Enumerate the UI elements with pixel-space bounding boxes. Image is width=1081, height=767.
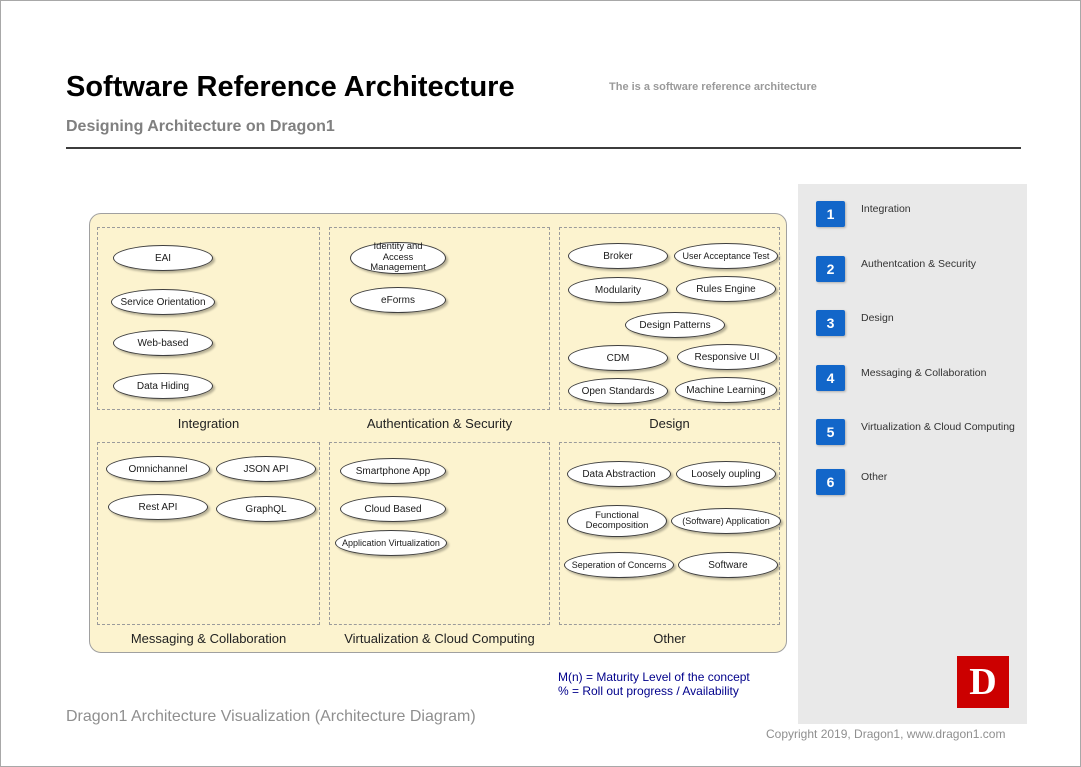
legend-item-other[interactable]: 6 Other: [816, 469, 1016, 497]
group-label: Virtualization & Cloud Computing: [329, 631, 550, 646]
group-box: Omnichannel JSON API Rest API GraphQL: [97, 442, 320, 625]
group-label: Integration: [97, 416, 320, 431]
concept-oval[interactable]: Responsive UI: [677, 344, 777, 370]
diagram-caption: Dragon1 Architecture Visualization (Arch…: [66, 708, 476, 726]
legend-item-messaging[interactable]: 4 Messaging & Collaboration: [816, 365, 1016, 393]
note-rollout: % = Roll out progress / Availability: [558, 684, 750, 698]
legend-panel: 1 Integration 2 Authentcation & Security…: [798, 184, 1027, 724]
page-subtitle: Designing Architecture on Dragon1: [66, 118, 335, 136]
concept-oval[interactable]: JSON API: [216, 456, 316, 482]
legend-number: 1: [816, 201, 845, 227]
concept-oval[interactable]: Rules Engine: [676, 276, 776, 302]
group-label: Other: [559, 631, 780, 646]
group-label: Messaging & Collaboration: [97, 631, 320, 646]
legend-number: 6: [816, 469, 845, 495]
group-design: Broker User Acceptance Test Modularity R…: [559, 227, 780, 431]
page-title: Software Reference Architecture: [66, 71, 515, 104]
legend-label: Integration: [861, 203, 911, 215]
concept-oval[interactable]: Omnichannel: [106, 456, 210, 482]
concept-oval[interactable]: User Acceptance Test: [674, 243, 778, 269]
group-authentication-security: Identity and Access Management eForms Au…: [329, 227, 550, 431]
legend-label: Design: [861, 312, 894, 324]
concept-oval[interactable]: Loosely oupling: [676, 461, 776, 487]
group-other: Data Abstraction Loosely oupling Functio…: [559, 442, 780, 646]
concept-oval[interactable]: EAI: [113, 245, 213, 271]
legend-item-integration[interactable]: 1 Integration: [816, 201, 1016, 229]
diagram-canvas: EAI Service Orientation Web-based Data H…: [89, 213, 787, 653]
concept-oval[interactable]: GraphQL: [216, 496, 316, 522]
group-integration: EAI Service Orientation Web-based Data H…: [97, 227, 320, 431]
legend-number: 3: [816, 310, 845, 336]
concept-oval[interactable]: Open Standards: [568, 378, 668, 404]
concept-oval[interactable]: Machine Learning: [675, 377, 777, 403]
header-divider: [66, 147, 1021, 149]
concept-oval[interactable]: Smartphone App: [340, 458, 446, 484]
dragon1-logo-letter: D: [969, 663, 996, 701]
group-virtualization-cloud: Smartphone App Cloud Based Application V…: [329, 442, 550, 646]
group-box: Smartphone App Cloud Based Application V…: [329, 442, 550, 625]
note-maturity: M(n) = Maturity Level of the concept: [558, 670, 750, 684]
concept-oval[interactable]: Design Patterns: [625, 312, 725, 338]
concept-oval[interactable]: Software: [678, 552, 778, 578]
dragon1-logo[interactable]: D: [957, 656, 1009, 708]
concept-oval[interactable]: Service Orientation: [111, 289, 215, 315]
group-messaging-collaboration: Omnichannel JSON API Rest API GraphQL Me…: [97, 442, 320, 646]
legend-item-virtualization[interactable]: 5 Virtualization & Cloud Computing: [816, 419, 1016, 447]
concept-oval[interactable]: Broker: [568, 243, 668, 269]
legend-number: 2: [816, 256, 845, 282]
legend-label: Messaging & Collaboration: [861, 367, 987, 379]
concept-oval[interactable]: Data Abstraction: [567, 461, 671, 487]
copyright: Copyright 2019, Dragon1, www.dragon1.com: [766, 727, 1005, 741]
legend-label: Other: [861, 471, 887, 483]
legend-label: Virtualization & Cloud Computing: [861, 421, 1015, 433]
concept-oval[interactable]: Modularity: [568, 277, 668, 303]
legend-item-authentication[interactable]: 2 Authentcation & Security: [816, 256, 1016, 284]
concept-oval[interactable]: Cloud Based: [340, 496, 446, 522]
legend-item-design[interactable]: 3 Design: [816, 310, 1016, 338]
concept-oval[interactable]: Data Hiding: [113, 373, 213, 399]
concept-oval[interactable]: Seperation of Concerns: [564, 552, 674, 578]
group-box: Broker User Acceptance Test Modularity R…: [559, 227, 780, 410]
concept-oval[interactable]: Web-based: [113, 330, 213, 356]
group-label: Design: [559, 416, 780, 431]
concept-oval[interactable]: Identity and Access Management: [350, 242, 446, 274]
group-label: Authentication & Security: [329, 416, 550, 431]
concept-oval[interactable]: CDM: [568, 345, 668, 371]
group-box: EAI Service Orientation Web-based Data H…: [97, 227, 320, 410]
legend-label: Authentcation & Security: [861, 258, 976, 270]
concept-oval[interactable]: Application Virtualization: [335, 530, 447, 556]
page: Software Reference Architecture The is a…: [0, 0, 1081, 767]
legend-number: 5: [816, 419, 845, 445]
concept-oval[interactable]: Functional Decomposition: [567, 505, 667, 537]
group-box: Data Abstraction Loosely oupling Functio…: [559, 442, 780, 625]
concept-oval[interactable]: eForms: [350, 287, 446, 313]
group-box: Identity and Access Management eForms: [329, 227, 550, 410]
legend-number: 4: [816, 365, 845, 391]
title-note: The is a software reference architecture: [609, 81, 817, 93]
diagram-notes: M(n) = Maturity Level of the concept % =…: [558, 670, 750, 698]
concept-oval[interactable]: (Software) Application: [671, 508, 781, 534]
concept-oval[interactable]: Rest API: [108, 494, 208, 520]
